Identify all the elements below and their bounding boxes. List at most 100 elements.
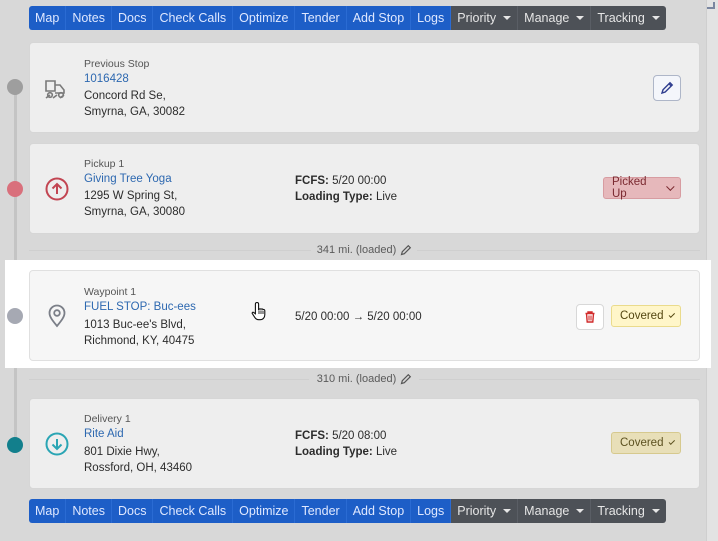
- add-stop-button[interactable]: Add Stop: [346, 6, 412, 30]
- timeline-dot-previous: [7, 79, 23, 95]
- trash-icon: [585, 311, 595, 323]
- previous-stop-card: Previous Stop 1016428 Concord Rd Se, Smy…: [29, 42, 700, 133]
- mileage-separator-2: 310 mi. (loaded): [29, 372, 700, 386]
- separator-rule: [417, 250, 700, 251]
- pickup-location-link[interactable]: Giving Tree Yoga: [84, 173, 172, 185]
- loading-type-label: Loading Type:: [295, 191, 373, 203]
- hand-cursor-icon: [251, 301, 269, 321]
- previous-stop-link[interactable]: 1016428: [84, 73, 129, 85]
- docs-button[interactable]: Docs: [111, 499, 154, 523]
- check-calls-button[interactable]: Check Calls: [153, 499, 234, 523]
- waypoint-time-window: 5/20 00:00 → 5/20 00:00: [295, 309, 422, 325]
- map-button[interactable]: Map: [29, 6, 67, 30]
- tracking-label: Tracking: [597, 11, 645, 25]
- mileage-text: 310 mi. (loaded): [316, 373, 397, 385]
- fcfs-label: FCFS:: [295, 175, 329, 187]
- previous-address-line2: Smyrna, GA, 30082: [84, 106, 185, 118]
- timeline-dot-waypoint: [7, 308, 23, 324]
- manage-dropdown[interactable]: Manage: [518, 6, 592, 30]
- timeline-dot-delivery: [7, 437, 23, 453]
- waypoint-location-link[interactable]: FUEL STOP: Buc-ees: [84, 301, 196, 313]
- logs-button[interactable]: Logs: [411, 6, 452, 30]
- docs-button[interactable]: Docs: [111, 6, 154, 30]
- arrow-up-circle-icon: [44, 176, 70, 202]
- fcfs-value: 5/20 08:00: [332, 430, 387, 442]
- arrow-down-circle-icon: [44, 431, 70, 457]
- tender-button[interactable]: Tender: [295, 6, 347, 30]
- waypoint-status-dropdown[interactable]: Covered: [611, 305, 681, 327]
- notes-button[interactable]: Notes: [66, 499, 112, 523]
- priority-dropdown[interactable]: Priority: [451, 499, 519, 523]
- optimize-button[interactable]: Optimize: [233, 6, 296, 30]
- tender-button[interactable]: Tender: [295, 499, 347, 523]
- waypoint-stop-card: Waypoint 1 FUEL STOP: Buc-ees 1013 Buc-e…: [29, 270, 700, 361]
- caret-down-icon: [651, 16, 660, 20]
- stop-kind-label: Waypoint 1: [84, 286, 137, 298]
- notes-button[interactable]: Notes: [66, 6, 112, 30]
- mileage-label: 310 mi. (loaded): [313, 373, 417, 385]
- pencil-icon[interactable]: [400, 244, 412, 256]
- caret-down-icon: [503, 509, 512, 513]
- priority-dropdown[interactable]: Priority: [451, 6, 519, 30]
- caret-down-icon: [576, 16, 585, 20]
- pickup-loading-type: Loading Type: Live: [295, 189, 397, 205]
- add-stop-button[interactable]: Add Stop: [346, 499, 412, 523]
- pickup-address-line1: 1295 W Spring St,: [84, 190, 178, 202]
- pencil-icon[interactable]: [400, 373, 412, 385]
- separator-rule: [29, 250, 311, 251]
- tracking-dropdown[interactable]: Tracking: [591, 6, 666, 30]
- caret-down-icon: [576, 509, 585, 513]
- delivery-loading-type: Loading Type: Live: [295, 444, 397, 460]
- pickup-status-dropdown[interactable]: Picked Up: [603, 176, 681, 200]
- check-calls-button[interactable]: Check Calls: [153, 6, 234, 30]
- caret-down-icon: [503, 16, 512, 20]
- previous-address-line1: Concord Rd Se,: [84, 90, 166, 102]
- tracking-label: Tracking: [597, 504, 645, 518]
- mileage-separator-1: 341 mi. (loaded): [29, 243, 700, 257]
- delivery-location-link[interactable]: Rite Aid: [84, 428, 124, 440]
- separator-rule: [419, 379, 700, 380]
- pencil-icon: [660, 81, 674, 95]
- stop-actions-toolbar-bottom: Map Notes Docs Check Calls Optimize Tend…: [29, 499, 666, 523]
- chevron-down-icon: [669, 311, 676, 318]
- stop-kind-label: Delivery 1: [84, 413, 131, 425]
- edit-stop-button[interactable]: [653, 75, 681, 101]
- truck-icon: [44, 76, 70, 102]
- chevron-down-icon: [666, 182, 675, 191]
- delivery-status-dropdown[interactable]: Covered: [611, 432, 681, 454]
- status-label: Covered: [620, 310, 664, 322]
- delivery-fcfs: FCFS: 5/20 08:00: [295, 428, 386, 444]
- priority-label: Priority: [457, 504, 497, 518]
- delete-stop-button[interactable]: [576, 304, 604, 330]
- tracking-dropdown[interactable]: Tracking: [591, 499, 666, 523]
- manage-dropdown[interactable]: Manage: [518, 499, 592, 523]
- time-to: 5/20 00:00: [367, 311, 422, 323]
- manage-label: Manage: [524, 11, 570, 25]
- collapse-corner-icon[interactable]: [707, 2, 715, 9]
- stop-actions-toolbar-top: Map Notes Docs Check Calls Optimize Tend…: [29, 6, 666, 30]
- loading-type-label: Loading Type:: [295, 446, 373, 458]
- mileage-text: 341 mi. (loaded): [316, 244, 397, 256]
- map-pin-icon: [44, 303, 70, 329]
- optimize-button[interactable]: Optimize: [233, 499, 296, 523]
- loading-type-value: Live: [375, 446, 398, 458]
- status-label: Covered: [620, 437, 664, 449]
- chevron-down-icon: [669, 438, 676, 445]
- manage-label: Manage: [524, 504, 570, 518]
- loading-type-value: Live: [375, 191, 398, 203]
- caret-down-icon: [651, 509, 660, 513]
- stop-kind-label: Pickup 1: [84, 158, 125, 170]
- waypoint-address-line1: 1013 Buc-ee's Blvd,: [84, 319, 186, 331]
- status-label: Picked Up: [612, 176, 647, 200]
- pickup-fcfs: FCFS: 5/20 00:00: [295, 173, 386, 189]
- pickup-stop-card: Pickup 1 Giving Tree Yoga 1295 W Spring …: [29, 143, 700, 234]
- logs-button[interactable]: Logs: [411, 499, 452, 523]
- delivery-stop-card: Delivery 1 Rite Aid 801 Dixie Hwy, Rossf…: [29, 398, 700, 489]
- map-button[interactable]: Map: [29, 499, 67, 523]
- arrow-right-icon: →: [352, 311, 365, 323]
- mileage-label: 341 mi. (loaded): [313, 244, 417, 256]
- fcfs-label: FCFS:: [295, 430, 329, 442]
- delivery-address-line1: 801 Dixie Hwy,: [84, 446, 160, 458]
- separator-rule: [29, 379, 309, 380]
- priority-label: Priority: [457, 11, 497, 25]
